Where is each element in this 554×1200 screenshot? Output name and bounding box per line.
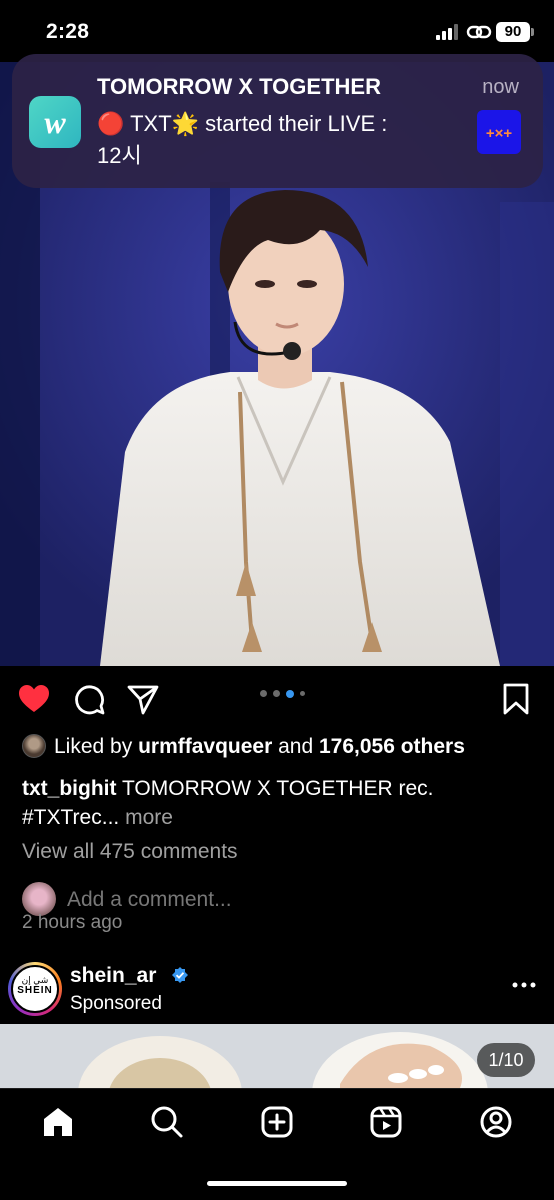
share-send-icon[interactable] — [126, 682, 160, 716]
carousel-dot — [260, 690, 267, 697]
post-action-bar — [0, 666, 554, 728]
media-counter: 1/10 — [477, 1043, 535, 1077]
push-notification[interactable]: w TOMORROW X TOGETHER now 🔴 TXT🌟 started… — [12, 54, 543, 188]
notification-title: TOMORROW X TOGETHER — [97, 74, 381, 99]
comment-icon[interactable] — [72, 682, 106, 716]
view-all-comments-link[interactable]: View all 475 comments — [22, 840, 238, 864]
battery-level: 90 — [496, 22, 530, 42]
like-heart-icon[interactable] — [17, 682, 51, 716]
add-comment-input[interactable]: Add a comment... — [67, 888, 232, 912]
verified-badge-icon — [172, 967, 188, 983]
notification-body: 🔴 TXT🌟 started their LIVE : 12시 — [97, 108, 457, 172]
instagram-feed-screen: 2:28 90 w TOMORROW X TOGETHER now 🔴 TXT🌟… — [0, 0, 554, 1200]
txt-logo-text: +×+ — [486, 125, 513, 142]
likes-middle: and — [272, 735, 319, 758]
liker-username[interactable]: urmffavqueer — [138, 735, 272, 758]
battery-tip — [531, 28, 534, 36]
shein-avatar[interactable]: شي إن SHEIN — [11, 965, 59, 1013]
profile-icon[interactable] — [479, 1105, 513, 1139]
likes-text: Liked by urmffavqueer and 176,056 others — [54, 735, 465, 759]
home-indicator[interactable] — [207, 1181, 347, 1186]
slipper-products-image — [0, 1024, 554, 1088]
notification-body-line: 12시 — [97, 143, 142, 168]
personal-hotspot-icon — [466, 25, 492, 39]
caption-more-link[interactable]: more — [119, 806, 173, 829]
caption-username[interactable]: txt_bighit — [22, 777, 117, 800]
svg-text:w: w — [44, 104, 66, 140]
home-icon[interactable] — [41, 1105, 75, 1139]
more-options-icon[interactable] — [511, 980, 537, 990]
save-bookmark-icon[interactable] — [499, 682, 533, 716]
sponsored-label: Sponsored — [70, 993, 162, 1014]
carousel-dot — [300, 691, 305, 696]
status-bar: 2:28 90 — [0, 0, 554, 62]
avatar-latin-text: SHEIN — [17, 985, 53, 996]
avatar-arabic-text: شي إن — [21, 975, 49, 985]
likes-count[interactable]: 176,056 others — [319, 735, 465, 758]
likes-prefix: Liked by — [54, 735, 139, 758]
reels-icon[interactable] — [369, 1105, 403, 1139]
status-time: 2:28 — [46, 20, 90, 43]
notification-thumbnail: +×+ — [477, 110, 521, 154]
sponsored-username[interactable]: shein_ar — [70, 964, 156, 988]
sponsored-media[interactable] — [0, 1024, 554, 1088]
weverse-app-icon: w — [29, 96, 81, 148]
own-avatar — [22, 882, 56, 916]
notification-body-line: 🔴 TXT🌟 started their LIVE : — [97, 111, 388, 136]
notification-time: now — [482, 76, 519, 98]
post-caption: txt_bighit TOMORROW X TOGETHER rec. #TXT… — [22, 774, 532, 832]
search-icon[interactable] — [150, 1105, 184, 1139]
cellular-signal-icon — [436, 24, 458, 40]
carousel-dot — [273, 690, 280, 697]
post-timestamp: 2 hours ago — [22, 912, 123, 933]
create-icon[interactable] — [260, 1105, 294, 1139]
carousel-dot-active — [286, 690, 294, 698]
liker-avatar — [22, 734, 46, 758]
